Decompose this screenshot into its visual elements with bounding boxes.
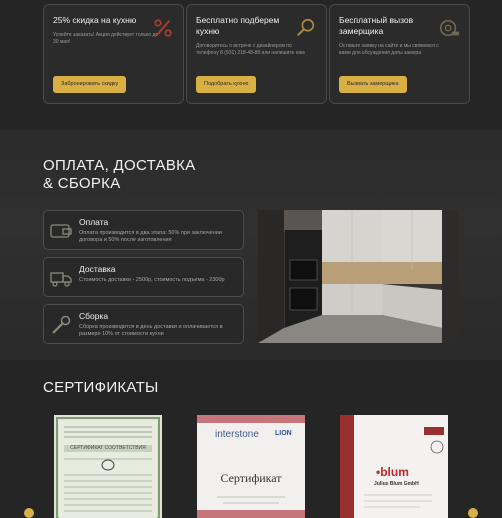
offer-text: Оставьте заявку на сайте и мы свяжемся с… (339, 43, 439, 56)
percent-icon (154, 19, 172, 37)
feature-text: Стоимость доставки - 2500р, стоимость по… (79, 277, 225, 283)
next-arrow-button[interactable] (468, 508, 478, 518)
prev-arrow-button[interactable] (24, 508, 34, 518)
feature-text: Сборка производится в день доставки и оп… (79, 324, 223, 337)
certificate-company: Julius Blum GmbH (374, 481, 419, 487)
offers-row: 25% скидка на кухню Успейте заказать! Ак… (0, 0, 502, 120)
search-icon (297, 18, 315, 37)
tape-measure-icon (439, 19, 460, 37)
title-line: ОПЛАТА, ДОСТАВКА (43, 157, 196, 174)
payment-section-title: ОПЛАТА, ДОСТАВКА & СБОРКА (43, 157, 196, 193)
feature-payment: Оплата Оплата производится в два этапа: … (43, 210, 244, 250)
feature-delivery: Доставка Стоимость доставки - 2500р, сто… (43, 257, 244, 297)
brand-text: blum (380, 465, 409, 479)
certificate-3[interactable]: •blum Julius Blum GmbH (340, 415, 448, 518)
wallet-icon (50, 224, 72, 238)
certificate-brand: •blum (376, 465, 409, 479)
certificates-section-title: СЕРТИФИКАТЫ (43, 379, 159, 396)
feature-text: Оплата производится в два этапа: 50% при… (79, 230, 222, 243)
certificate-image (54, 415, 162, 518)
title-line: & СБОРКА (43, 175, 121, 192)
certificate-heading: СЕРТИФИКАТ СООТВЕТСТВИЯ (70, 445, 146, 451)
feature-assembly: Сборка Сборка производится в день достав… (43, 304, 244, 344)
certificate-1[interactable]: СЕРТИФИКАТ СООТВЕТСТВИЯ (54, 415, 162, 518)
offer-title: 25% скидка на кухню (53, 15, 137, 25)
certificate-brand: interstone (215, 429, 259, 440)
call-measurer-button[interactable]: Вызвать замерщика (339, 76, 407, 93)
feature-title: Оплата (79, 217, 109, 227)
certificate-2[interactable]: interstone LION Сертификат (197, 415, 305, 518)
feature-title: Доставка (79, 264, 116, 274)
offer-title: Бесплатно подберем кухню (196, 15, 280, 36)
offer-text: Успейте заказать! Акция действует только… (53, 32, 159, 45)
offer-card-discount: 25% скидка на кухню Успейте заказать! Ак… (43, 4, 184, 104)
certificate-heading: Сертификат (220, 471, 282, 485)
offer-text: Договоритесь о встрече с дизайнером по т… (196, 43, 305, 56)
certificate-brand-secondary: LION (275, 430, 292, 437)
offer-title: Бесплатный вызов замерщика (339, 15, 414, 36)
book-discount-button[interactable]: Забронировать скидку (53, 76, 127, 93)
wrench-icon (52, 315, 71, 334)
offer-card-selection: Бесплатно подберем кухню Договоритесь о … (186, 4, 327, 104)
select-kitchen-button[interactable]: Подобрать кухню (196, 76, 257, 93)
offer-card-measurer: Бесплатный вызов замерщика Оставьте заяв… (329, 4, 470, 104)
truck-icon (50, 272, 72, 287)
kitchen-photo (258, 210, 459, 343)
feature-title: Сборка (79, 311, 109, 321)
